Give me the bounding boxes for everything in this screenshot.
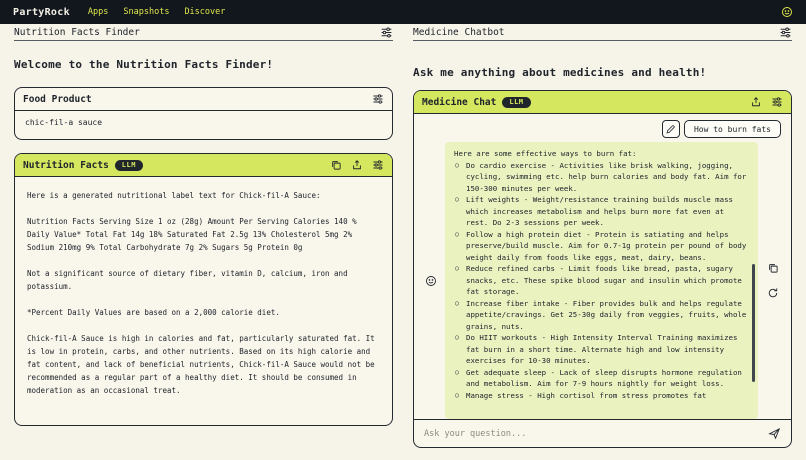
assistant-avatar: [424, 142, 438, 419]
response-bullet: Increase fiber intake - Fiber provides b…: [454, 298, 749, 333]
export-icon: [351, 159, 363, 171]
medicine-app-column: Medicine Chatbot Ask me anything about m…: [403, 24, 806, 460]
top-nav-links: Apps Snapshots Discover: [88, 7, 226, 17]
nav-snapshots[interactable]: Snapshots: [123, 7, 169, 17]
retry-icon: [767, 287, 779, 299]
export-icon: [750, 96, 762, 108]
response-bullet: Lift weights - Weight/resistance trainin…: [454, 194, 749, 229]
response-bullet: Follow a high protein diet - Protein is …: [454, 229, 749, 264]
copy-output-button[interactable]: [330, 159, 342, 171]
send-button[interactable]: [768, 427, 781, 440]
response-bullet: Get adequate sleep - Lack of sleep disru…: [454, 367, 749, 390]
nutrition-facts-header: Nutrition Facts LLM: [15, 154, 392, 177]
sliders-icon: [771, 96, 783, 108]
output-paragraph: *Percent Daily Values are based on a 2,0…: [27, 306, 380, 319]
nutrition-widget-settings-button[interactable]: [372, 159, 384, 171]
response-bullet-list: Do cardio exercise - Activities like bri…: [454, 160, 749, 402]
medicine-chat-title: Medicine Chat: [422, 97, 496, 108]
assistant-response-bubble: Here are some effective ways to burn fat…: [445, 142, 758, 419]
right-app-settings-button[interactable]: [779, 26, 792, 39]
nutrition-app-column: Nutrition Facts Finder Welcome to the Nu…: [0, 24, 403, 460]
nutrition-facts-output: Here is a generated nutritional label te…: [15, 177, 392, 425]
right-welcome-heading: Ask me anything about medicines and heal…: [413, 66, 792, 79]
sliders-icon: [779, 26, 792, 39]
medicine-chat-header: Medicine Chat LLM: [414, 91, 791, 114]
llm-badge: LLM: [502, 97, 530, 108]
output-paragraph: Here is a generated nutritional label te…: [27, 189, 380, 202]
retry-response-button[interactable]: [767, 287, 779, 299]
chat-message-area: How to burn fats: [414, 114, 791, 419]
output-paragraph: Nutrition Facts Serving Size 1 oz (28g) …: [27, 215, 380, 254]
sliders-icon: [380, 26, 393, 39]
chat-widget-settings-button[interactable]: [771, 96, 783, 108]
left-app-settings-button[interactable]: [380, 26, 393, 39]
chat-input[interactable]: [424, 429, 760, 439]
send-icon: [768, 427, 781, 440]
nutrition-facts-widget: Nutrition Facts LLM: [14, 153, 393, 426]
nav-apps[interactable]: Apps: [88, 7, 108, 17]
sliders-icon: [372, 93, 384, 105]
account-smiley-button[interactable]: [781, 6, 793, 18]
chat-input-row: [414, 419, 791, 447]
partyrock-logo[interactable]: PartyRock: [13, 7, 70, 18]
smiley-icon: [425, 275, 437, 287]
output-paragraph: Chick-fil-A Sauce is high in calories an…: [27, 332, 380, 397]
food-product-title: Food Product: [23, 94, 92, 105]
pencil-icon: [665, 124, 676, 135]
response-intro: Here are some effective ways to burn fat…: [454, 148, 749, 160]
output-paragraph: Not a significant source of dietary fibe…: [27, 267, 380, 293]
medicine-chat-widget: Medicine Chat LLM: [413, 90, 792, 448]
response-bullet: Reduce refined carbs - Limit foods like …: [454, 263, 749, 298]
export-output-button[interactable]: [351, 159, 363, 171]
food-product-widget: Food Product chic-fil-a sauce: [14, 87, 393, 140]
left-app-header: Nutrition Facts Finder: [14, 24, 393, 41]
user-message-bubble: How to burn fats: [684, 120, 781, 138]
user-message-row: How to burn fats: [424, 120, 781, 138]
response-bullet: Do cardio exercise - Activities like bri…: [454, 160, 749, 195]
copy-response-button[interactable]: [767, 262, 779, 274]
nutrition-facts-title: Nutrition Facts: [23, 160, 109, 171]
nav-discover[interactable]: Discover: [184, 7, 225, 17]
copy-icon: [330, 159, 342, 171]
copy-icon: [767, 262, 779, 274]
right-app-header: Medicine Chatbot: [413, 24, 792, 41]
top-navigation-bar: PartyRock Apps Snapshots Discover: [0, 0, 806, 24]
food-product-settings-button[interactable]: [372, 93, 384, 105]
response-bullet: Manage stress - High cortisol from stres…: [454, 390, 749, 402]
assistant-response-row: Here are some effective ways to burn fat…: [424, 142, 781, 419]
chat-scrollbar[interactable]: [752, 264, 755, 382]
smiley-icon: [781, 6, 793, 18]
export-chat-button[interactable]: [750, 96, 762, 108]
left-welcome-heading: Welcome to the Nutrition Facts Finder!: [14, 58, 393, 71]
food-product-input[interactable]: chic-fil-a sauce: [15, 111, 392, 139]
response-action-buttons: [765, 142, 781, 419]
llm-badge: LLM: [115, 160, 143, 171]
right-app-title: Medicine Chatbot: [413, 27, 505, 38]
response-bullet: Do HIIT workouts - High Intensity Interv…: [454, 332, 749, 367]
food-product-header: Food Product: [15, 88, 392, 111]
sliders-icon: [372, 159, 384, 171]
edit-message-button[interactable]: [662, 120, 680, 138]
left-app-title: Nutrition Facts Finder: [14, 27, 140, 38]
